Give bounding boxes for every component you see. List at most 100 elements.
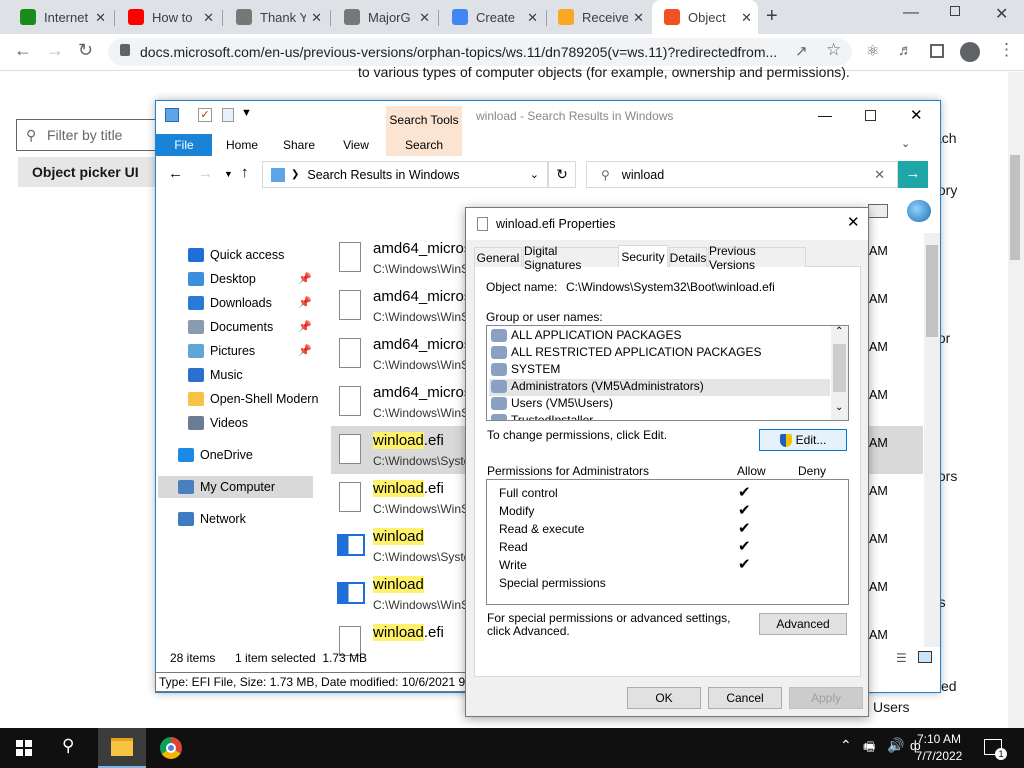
tab-previous-versions[interactable]: Previous Versions [708, 244, 806, 272]
ribbon-tab-file[interactable]: File [156, 134, 212, 156]
pin-icon[interactable]: 📌 [298, 272, 312, 285]
back-icon[interactable]: ← [168, 165, 183, 182]
browser-tab[interactable]: Object ✕ [652, 0, 758, 34]
nav-item-onedrive[interactable]: OneDrive [178, 448, 253, 462]
tray-chevron-icon[interactable]: ⌃ [840, 737, 852, 754]
breadcrumb-dropdown-icon[interactable]: ⌄ [530, 168, 539, 181]
profile-avatar[interactable] [960, 42, 980, 62]
forward-icon[interactable]: → [198, 165, 213, 182]
taskbar-explorer-button[interactable] [98, 728, 146, 768]
recent-dropdown-icon[interactable]: ▼ [224, 169, 233, 179]
address-bar[interactable]: docs.microsoft.com/en-us/previous-versio… [108, 38, 852, 66]
ribbon-tab-home[interactable]: Home [216, 134, 268, 156]
tab-security[interactable]: Security [618, 245, 668, 267]
refresh-button[interactable]: ↻ [548, 161, 576, 188]
details-view-icon[interactable]: ☰ [896, 651, 907, 665]
taskbar-chrome-button[interactable] [160, 737, 182, 759]
edit-button[interactable]: Edit... [759, 429, 847, 451]
ribbon-tab-share[interactable]: Share [274, 134, 324, 156]
browser-tab[interactable]: Thank Y ✕ [224, 0, 328, 34]
quick-properties-icon[interactable]: ✓ [198, 108, 212, 122]
browser-tab[interactable]: Receive ✕ [546, 0, 650, 34]
search-box[interactable]: ⚲ winload ✕ [586, 161, 898, 188]
nav-item-pictures[interactable]: Pictures 📌 [188, 344, 312, 358]
group-list-item[interactable]: TrustedInstaller [491, 413, 593, 420]
close-tab-icon[interactable]: ✕ [419, 10, 430, 26]
group-list-item[interactable]: Administrators (VM5\Administrators) [491, 379, 704, 393]
bookmark-star-icon[interactable]: ☆ [826, 40, 841, 60]
nav-item-quick-access[interactable]: Quick access [188, 248, 284, 262]
close-tab-icon[interactable]: ✕ [203, 10, 214, 26]
nav-item-open-shell-modern[interactable]: Open-Shell Modern [188, 392, 318, 406]
cancel-button[interactable]: Cancel [708, 687, 782, 709]
clock-date[interactable]: 7/7/2022 [915, 749, 963, 763]
browser-tab[interactable]: Create ✕ [440, 0, 544, 34]
nav-item-music[interactable]: Music [188, 368, 243, 382]
explorer-maximize-button[interactable] [865, 110, 876, 121]
search-input[interactable]: winload [622, 168, 664, 182]
pin-icon[interactable]: 📌 [298, 296, 312, 309]
qat-dropdown-icon[interactable]: ▼ [241, 107, 252, 119]
tab-details[interactable]: Details [669, 247, 707, 267]
browser-tab[interactable]: MajorG ✕ [332, 0, 436, 34]
nav-item-downloads[interactable]: Downloads 📌 [188, 296, 312, 310]
minimize-button[interactable]: — [903, 4, 919, 22]
list-scrollbar-thumb[interactable] [926, 245, 938, 337]
nav-item-my-computer[interactable]: My Computer [178, 480, 275, 494]
media-icon[interactable]: ♬ [898, 42, 913, 59]
volume-icon[interactable]: 🔊 [887, 737, 904, 754]
tab-general[interactable]: General [474, 247, 522, 267]
menu-icon[interactable]: ⋮ [998, 40, 1015, 60]
share-icon[interactable]: ↗ [795, 42, 808, 60]
clear-search-icon[interactable]: ✕ [874, 167, 885, 183]
search-go-button[interactable]: → [898, 161, 928, 188]
pin-icon[interactable]: 📌 [298, 344, 312, 357]
network-tray-icon[interactable]: 🖷 [863, 738, 875, 760]
restore-button[interactable] [950, 6, 960, 16]
explorer-close-button[interactable]: ✕ [910, 106, 923, 124]
browser-tab[interactable]: How to ✕ [116, 0, 220, 34]
ribbon-collapse-icon[interactable]: ⌄ [901, 137, 910, 150]
advanced-button[interactable]: Advanced [759, 613, 847, 635]
page-scrollbar-thumb[interactable] [1010, 155, 1020, 260]
scroll-down-icon[interactable]: ⌄ [835, 402, 843, 413]
group-list-item[interactable]: ALL RESTRICTED APPLICATION PACKAGES [491, 345, 762, 359]
extensions-icon[interactable]: ⚛ [866, 42, 879, 60]
explorer-minimize-button[interactable]: — [818, 107, 832, 123]
reload-icon[interactable]: ↻ [78, 40, 93, 61]
pin-icon[interactable]: 📌 [298, 320, 312, 333]
clock-time[interactable]: 7:10 AM [915, 732, 963, 746]
toc-item-object-picker[interactable]: Object picker UI [18, 157, 158, 187]
close-tab-icon[interactable]: ✕ [311, 10, 322, 26]
start-button[interactable] [16, 740, 32, 756]
tiles-view-icon[interactable] [918, 651, 932, 663]
ok-button[interactable]: OK [627, 687, 701, 709]
forward-icon[interactable]: → [46, 40, 64, 61]
layout-icon[interactable] [868, 204, 888, 218]
close-tab-icon[interactable]: ✕ [633, 10, 644, 26]
back-icon[interactable]: ← [14, 40, 32, 61]
group-list-item[interactable]: Users (VM5\Users) [491, 396, 613, 410]
nav-item-network[interactable]: Network [178, 512, 246, 526]
ribbon-tab-search[interactable]: Search [386, 134, 462, 156]
new-folder-icon[interactable] [222, 108, 234, 122]
group-list-item[interactable]: ALL APPLICATION PACKAGES [491, 328, 682, 342]
dialog-close-button[interactable]: ✕ [847, 213, 860, 231]
breadcrumb-bar[interactable]: ❯ Search Results in Windows ⌄ [262, 161, 548, 188]
new-tab-button[interactable]: + [766, 5, 778, 28]
scroll-up-icon[interactable]: ⌃ [835, 326, 843, 337]
nav-item-desktop[interactable]: Desktop 📌 [188, 272, 312, 286]
ribbon-tab-view[interactable]: View [332, 134, 380, 156]
close-tab-icon[interactable]: ✕ [95, 10, 106, 26]
apply-button[interactable]: Apply [789, 687, 863, 709]
nav-item-videos[interactable]: Videos [188, 416, 248, 430]
tab-digital-signatures[interactable]: Digital Signatures [523, 244, 619, 272]
close-tab-icon[interactable]: ✕ [741, 10, 752, 26]
groups-scroll-thumb[interactable] [833, 344, 846, 392]
browser-tab[interactable]: Internet ✕ [8, 0, 112, 34]
nav-item-documents[interactable]: Documents 📌 [188, 320, 312, 334]
sidepanel-icon[interactable] [930, 44, 944, 58]
filter-input[interactable]: ⚲ Filter by title [16, 119, 166, 151]
close-window-button[interactable]: ✕ [995, 4, 1008, 24]
search-icon[interactable]: ⚲ [62, 736, 74, 756]
